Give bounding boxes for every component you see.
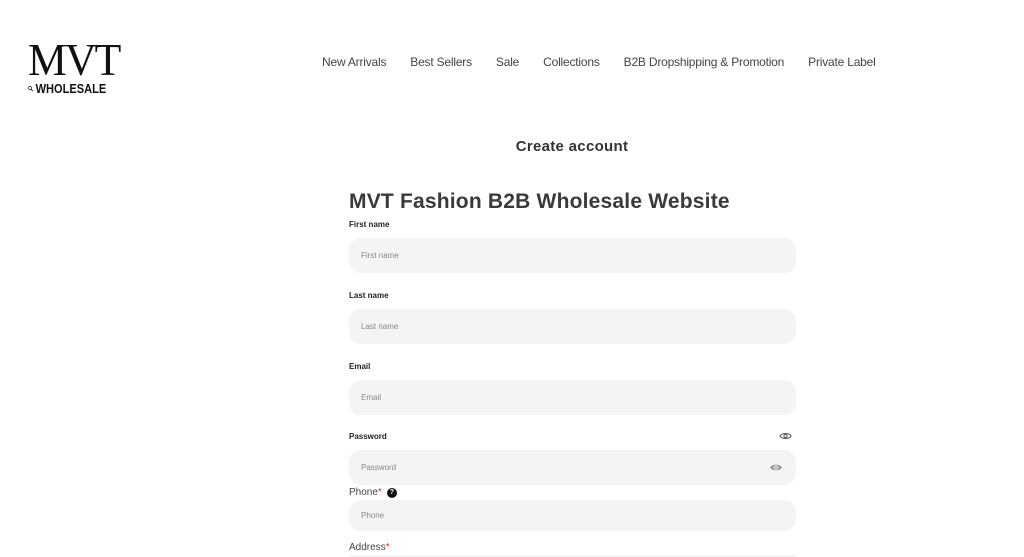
help-icon[interactable]: ? — [386, 487, 397, 498]
phone-label: Phone* — [349, 487, 382, 498]
show-password-icon[interactable] — [779, 431, 792, 441]
address-label-row: Address* — [349, 542, 390, 553]
email-label: Email — [349, 362, 371, 371]
page: MVT WHOLESALE New Arrivals Best Sellers … — [0, 0, 1024, 557]
address-label: Address* — [349, 542, 390, 553]
site-logo[interactable]: MVT WHOLESALE — [28, 34, 121, 98]
first-name-input[interactable] — [349, 238, 796, 273]
phone-label-row: Phone* ? — [349, 487, 397, 498]
first-name-label: First name — [349, 220, 390, 229]
store-title: MVT Fashion B2B Wholesale Website — [349, 190, 730, 213]
nav-collections[interactable]: Collections — [543, 55, 600, 71]
logo-mark: MVT — [28, 34, 121, 85]
password-field-wrap — [349, 450, 796, 485]
search-icon — [28, 85, 34, 92]
email-input[interactable] — [349, 380, 796, 415]
main-nav: New Arrivals Best Sellers Sale Collectio… — [322, 55, 876, 71]
last-name-label: Last name — [349, 291, 389, 300]
phone-input[interactable] — [349, 500, 796, 531]
nav-best-sellers[interactable]: Best Sellers — [410, 55, 472, 71]
phone-field-wrap — [349, 500, 796, 531]
nav-private-label[interactable]: Private Label — [808, 55, 876, 71]
logo-subtitle-text: WHOLESALE — [35, 81, 107, 96]
address-required-mark: * — [385, 542, 390, 553]
first-name-field-wrap — [349, 238, 796, 273]
page-title: Create account — [515, 138, 629, 155]
email-field-wrap — [349, 380, 796, 415]
last-name-input[interactable] — [349, 309, 796, 344]
nav-sale[interactable]: Sale — [496, 55, 519, 71]
password-label: Password — [349, 432, 387, 441]
phone-required-mark: * — [377, 487, 382, 498]
nav-new-arrivals[interactable]: New Arrivals — [322, 55, 386, 71]
password-input[interactable] — [349, 450, 796, 485]
toggle-password-icon[interactable] — [769, 462, 783, 473]
last-name-field-wrap — [349, 309, 796, 344]
nav-b2b-dropshipping[interactable]: B2B Dropshipping & Promotion — [624, 55, 785, 71]
logo-subtitle: WHOLESALE — [28, 81, 106, 96]
